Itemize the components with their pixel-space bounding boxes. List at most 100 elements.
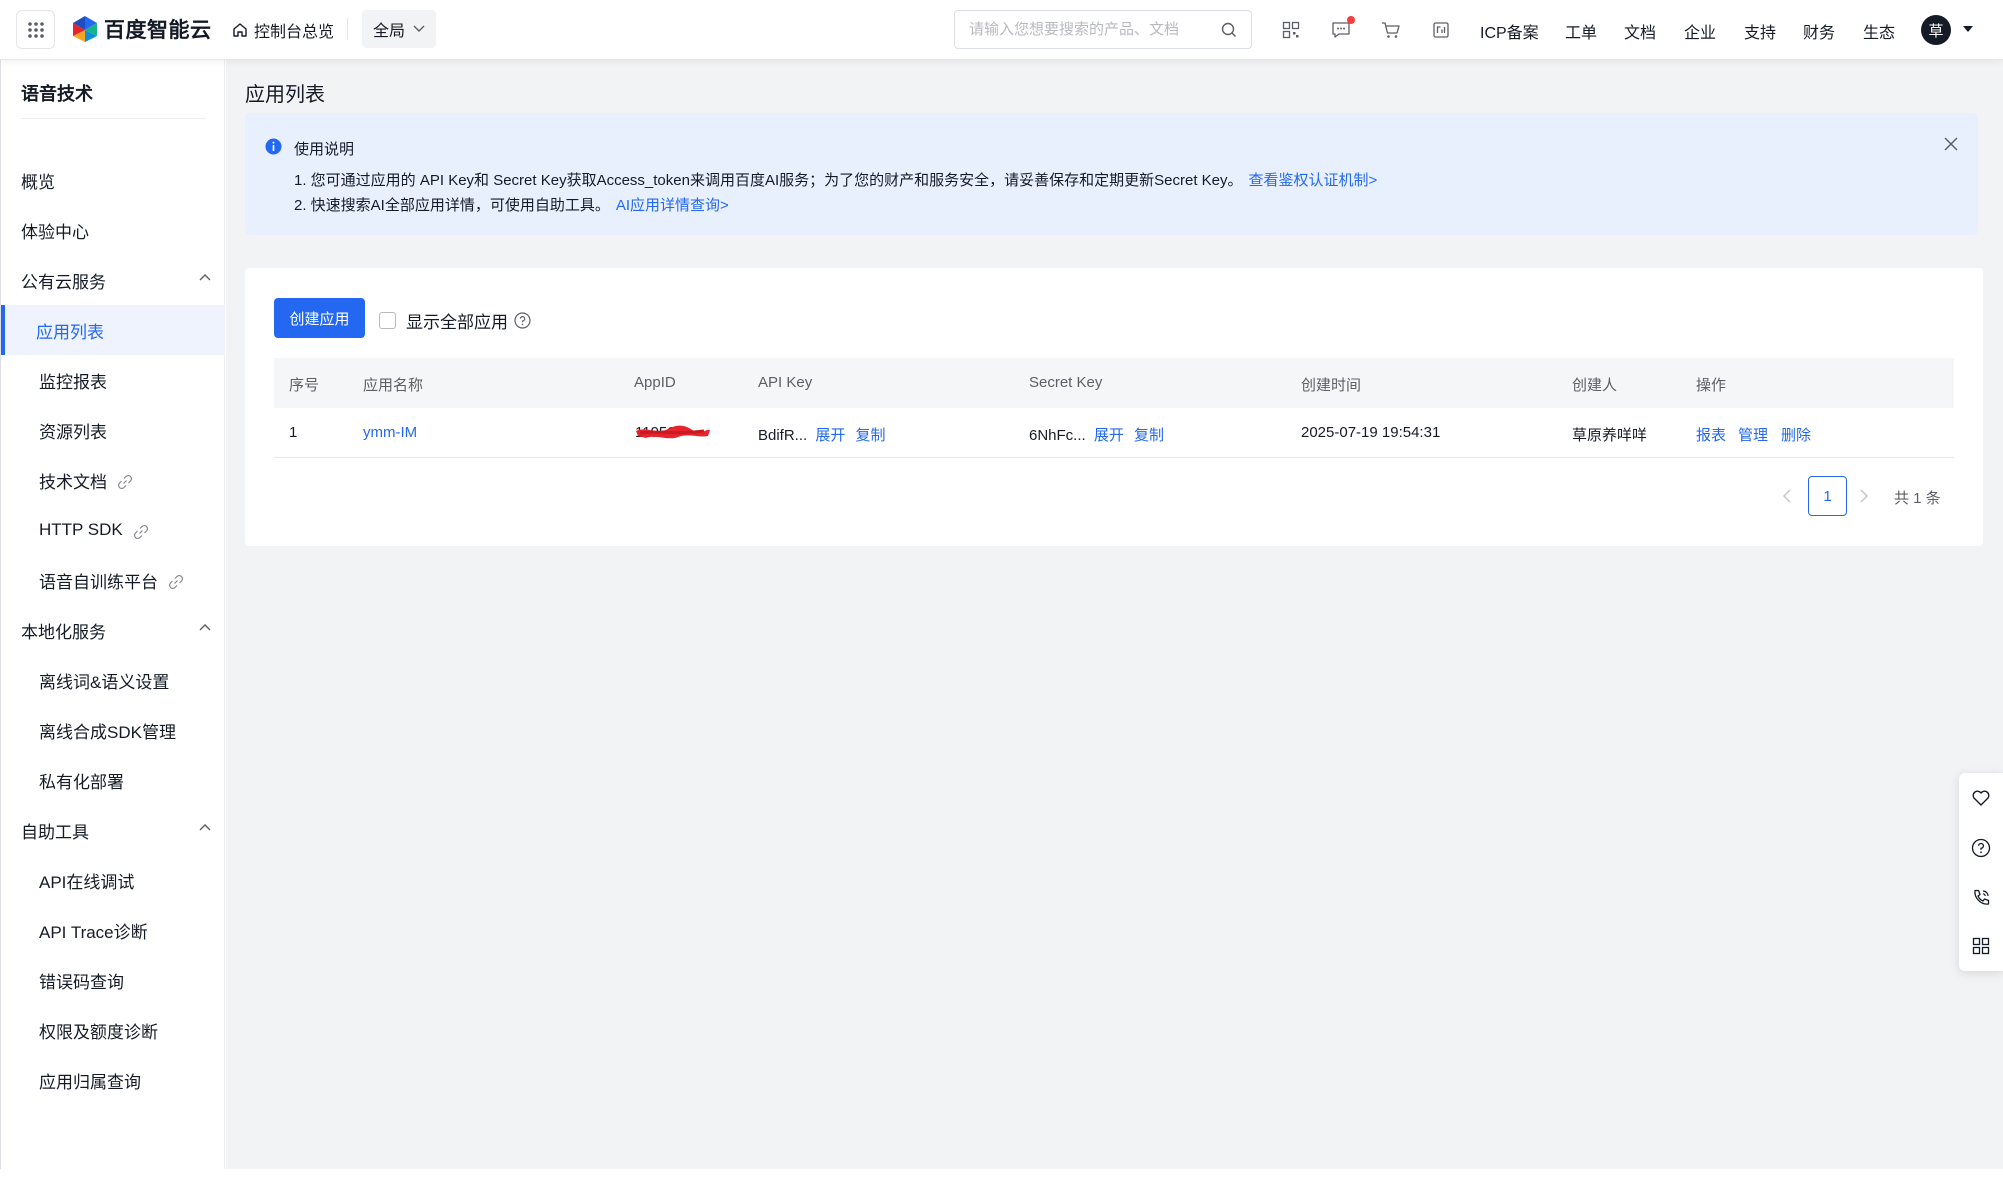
sidebar-item-self-training[interactable]: 语音自训练平台 bbox=[1, 555, 225, 605]
sidebar-item-label: 权限及额度诊断 bbox=[39, 1022, 158, 1042]
region-select[interactable]: 全局 bbox=[362, 10, 436, 48]
logo-text: 百度智能云 bbox=[104, 19, 212, 42]
next-page-icon[interactable] bbox=[1859, 488, 1869, 504]
sidebar-item-overview[interactable]: 概览 bbox=[1, 155, 225, 205]
page-number-current[interactable]: 1 bbox=[1808, 476, 1847, 516]
secret-key-expand-link[interactable]: 展开 bbox=[1094, 427, 1124, 444]
secret-key-value: 6NhFc... bbox=[1029, 427, 1086, 444]
help-circle-icon[interactable] bbox=[514, 312, 531, 329]
heart-icon[interactable] bbox=[1970, 787, 1992, 809]
region-label: 全局 bbox=[372, 23, 405, 40]
sidebar-item-http-sdk[interactable]: HTTP SDK bbox=[1, 505, 225, 555]
auth-mechanism-link[interactable]: 查看鉴权认证机制> bbox=[1249, 172, 1378, 189]
total-count: 共 1 条 bbox=[1894, 490, 1941, 507]
sidebar-item-label: 应用归属查询 bbox=[39, 1072, 141, 1092]
nav-icp[interactable]: ICP备案 bbox=[1480, 19, 1539, 43]
unread-dot bbox=[1347, 16, 1355, 24]
console-home-link[interactable]: 控制台总览 bbox=[232, 18, 334, 42]
grid-icon[interactable] bbox=[1970, 935, 1992, 957]
caret-down-icon[interactable] bbox=[1963, 26, 1973, 33]
sidebar-item-label: 离线词&语义设置 bbox=[39, 672, 170, 692]
apps-grid-icon[interactable] bbox=[16, 10, 55, 49]
logo-mark-icon bbox=[73, 16, 97, 42]
sidebar-item-resources[interactable]: 资源列表 bbox=[1, 405, 225, 455]
nav-enterprise[interactable]: 企业 bbox=[1684, 19, 1716, 43]
sidebar-item-label: 语音自训练平台 bbox=[39, 572, 158, 592]
cart-icon[interactable] bbox=[1379, 18, 1403, 42]
sidebar-item-api-debug[interactable]: API在线调试 bbox=[1, 855, 225, 905]
sidebar-item-error-codes[interactable]: 错误码查询 bbox=[1, 955, 225, 1005]
chevron-down-icon bbox=[413, 25, 425, 32]
nav-support[interactable]: 支持 bbox=[1744, 19, 1776, 43]
sidebar-item-label: 离线合成SDK管理 bbox=[39, 722, 176, 742]
delete-link[interactable]: 删除 bbox=[1781, 424, 1811, 445]
pagination: 1 共 1 条 bbox=[245, 476, 1983, 518]
sidebar-item-label: 应用列表 bbox=[36, 322, 104, 342]
app-detail-query-link[interactable]: AI应用详情查询> bbox=[616, 197, 729, 214]
home-icon bbox=[233, 23, 247, 37]
app-name-link[interactable]: ymm-IM bbox=[363, 424, 417, 441]
row-index: 1 bbox=[289, 424, 298, 441]
report-link[interactable]: 报表 bbox=[1696, 424, 1726, 445]
nav-ticket[interactable]: 工单 bbox=[1565, 19, 1597, 43]
sidebar-item-label: 私有化部署 bbox=[39, 772, 124, 792]
sidebar-item-offline-tts-sdk[interactable]: 离线合成SDK管理 bbox=[1, 705, 225, 755]
sidebar-item-label: 资源列表 bbox=[39, 422, 107, 442]
sidebar-item-monitor[interactable]: 监控报表 bbox=[1, 355, 225, 405]
sidebar-item-quota-diagnosis[interactable]: 权限及额度诊断 bbox=[1, 1005, 225, 1055]
sidebar-item-experience[interactable]: 体验中心 bbox=[1, 205, 225, 255]
usage-notice: 使用说明 1. 您可通过应用的 API Key和 Secret Key获取Acc… bbox=[245, 113, 1978, 235]
sidebar-item-label: HTTP SDK bbox=[39, 520, 123, 539]
message-icon[interactable] bbox=[1329, 16, 1355, 42]
nav-finance[interactable]: 财务 bbox=[1803, 19, 1835, 43]
chevron-up-icon bbox=[199, 824, 211, 831]
app-list-panel: 创建应用 显示全部应用 序号 应用名称 AppID API Key Secret… bbox=[245, 268, 1983, 546]
col-app-id: AppID bbox=[634, 374, 676, 391]
external-link-icon bbox=[117, 474, 133, 490]
top-bar: 百度智能云 控制台总览 全局 请输入您想要搜索的产品、文档 ICP备案 工单 文… bbox=[0, 0, 2003, 60]
sidebar-item-app-owner[interactable]: 应用归属查询 bbox=[1, 1055, 225, 1105]
show-all-apps-toggle[interactable]: 显示全部应用 bbox=[379, 308, 531, 333]
nav-docs[interactable]: 文档 bbox=[1624, 19, 1656, 43]
col-index: 序号 bbox=[289, 377, 320, 394]
sidebar-item-api-trace[interactable]: API Trace诊断 bbox=[1, 905, 225, 955]
api-key-copy-link[interactable]: 复制 bbox=[856, 427, 886, 444]
sidebar-item-app-list[interactable]: 应用列表 bbox=[1, 305, 225, 355]
secret-key-copy-link[interactable]: 复制 bbox=[1134, 427, 1164, 444]
question-icon[interactable] bbox=[1970, 837, 1992, 859]
redaction-scribble bbox=[636, 425, 710, 439]
search-box bbox=[954, 10, 1252, 49]
phone-icon[interactable] bbox=[1970, 887, 1992, 909]
col-created-at: 创建时间 bbox=[1301, 377, 1362, 394]
sidebar-item-offline-words[interactable]: 离线词&语义设置 bbox=[1, 655, 225, 705]
bottom-edge bbox=[0, 1169, 2003, 1181]
nav-ecosystem[interactable]: 生态 bbox=[1863, 19, 1895, 43]
notice-line-2-text: 2. 快速搜索AI全部应用详情，可使用自助工具。 bbox=[294, 197, 610, 214]
col-secret-key: Secret Key bbox=[1029, 374, 1103, 391]
sidebar-item-tech-docs[interactable]: 技术文档 bbox=[1, 455, 225, 505]
search-icon[interactable] bbox=[1221, 22, 1237, 38]
prev-page-icon[interactable] bbox=[1782, 488, 1792, 504]
notice-line-1-text: 1. 您可通过应用的 API Key和 Secret Key获取Access_t… bbox=[294, 172, 1243, 189]
show-all-label: 显示全部应用 bbox=[406, 313, 508, 332]
create-app-button[interactable]: 创建应用 bbox=[274, 298, 365, 338]
table-row: 1 ymm-IM 11950 BdifR... 展开 复制 6NhFc... 展… bbox=[274, 408, 1954, 458]
manage-link[interactable]: 管理 bbox=[1738, 424, 1768, 445]
console-home-label: 控制台总览 bbox=[254, 24, 335, 41]
col-api-key: API Key bbox=[758, 374, 813, 391]
sidebar-item-private-deploy[interactable]: 私有化部署 bbox=[1, 755, 225, 805]
show-all-checkbox[interactable] bbox=[379, 312, 396, 329]
sidebar-item-label: 公有云服务 bbox=[21, 272, 106, 292]
brand-logo[interactable]: 百度智能云 bbox=[72, 14, 212, 44]
finance-icon[interactable] bbox=[1429, 18, 1453, 42]
sidebar-group-public-cloud[interactable]: 公有云服务 bbox=[1, 255, 225, 305]
qrcode-icon[interactable] bbox=[1279, 18, 1303, 42]
avatar[interactable]: 草 bbox=[1921, 15, 1951, 45]
close-icon[interactable] bbox=[1944, 137, 1958, 151]
notice-title: 使用说明 bbox=[294, 141, 355, 158]
sidebar-item-label: 监控报表 bbox=[39, 372, 107, 392]
sidebar-group-self-tools[interactable]: 自助工具 bbox=[1, 805, 225, 855]
sidebar-group-local-service[interactable]: 本地化服务 bbox=[1, 605, 225, 655]
api-key-expand-link[interactable]: 展开 bbox=[815, 427, 845, 444]
search-input[interactable] bbox=[969, 21, 1221, 38]
